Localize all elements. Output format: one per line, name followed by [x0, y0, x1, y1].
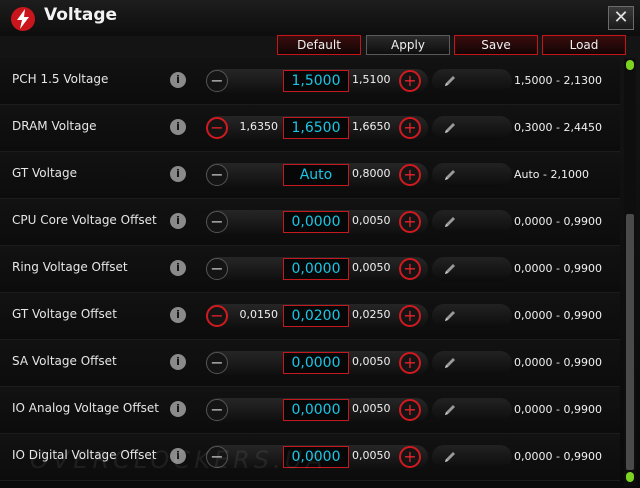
lightning-icon [11, 7, 35, 31]
setting-label: CPU Core Voltage Offset [12, 213, 157, 227]
increase-button[interactable]: + [399, 117, 421, 139]
next-value: 0,0050 [352, 355, 391, 368]
voltage-row: GT Voltage Offset i − 0,0150 0,0200 0,02… [0, 293, 620, 340]
voltage-row: IO Analog Voltage Offset i − 0,0000 0,00… [0, 387, 620, 434]
window-title: Voltage [44, 5, 118, 25]
info-icon[interactable]: i [170, 213, 186, 229]
decrease-button[interactable]: − [206, 164, 228, 186]
setting-label: PCH 1.5 Voltage [12, 72, 109, 86]
pencil-icon[interactable] [442, 73, 458, 89]
value-field[interactable]: 0,0000 [283, 258, 349, 280]
next-value: 1,5100 [352, 73, 391, 86]
value-range: 0,0000 - 0,9900 [514, 262, 602, 275]
decrease-button[interactable]: − [206, 70, 228, 92]
value-range: 0,0000 - 0,9900 [514, 356, 602, 369]
voltage-row: Ring Voltage Offset i − 0,0000 0,0050 + … [0, 246, 620, 293]
voltage-window: Voltage ✕ Default Apply Save Load PCH 1.… [0, 0, 640, 488]
voltage-settings-list: PCH 1.5 Voltage i − 1,5000 1,5100 + 1,50… [0, 58, 620, 481]
decrease-button[interactable]: − [206, 352, 228, 374]
value-field[interactable]: 0,0000 [283, 211, 349, 233]
value-field[interactable]: 0,0000 [283, 399, 349, 421]
scroll-down-cap[interactable] [626, 472, 634, 482]
increase-button[interactable]: + [399, 446, 421, 468]
voltage-row: DRAM Voltage i − 1,6350 1,6500 1,6650 + … [0, 105, 620, 152]
value-range: 0,0000 - 0,9900 [514, 215, 602, 228]
scrollbar[interactable] [624, 58, 636, 486]
value-range: 0,0000 - 0,9900 [514, 450, 602, 463]
pencil-icon[interactable] [442, 120, 458, 136]
title-bar: Voltage ✕ [0, 0, 640, 36]
pencil-icon[interactable] [442, 167, 458, 183]
setting-label: DRAM Voltage [12, 119, 97, 133]
pencil-icon[interactable] [442, 214, 458, 230]
decrease-button[interactable]: − [206, 211, 228, 233]
scroll-up-cap[interactable] [626, 60, 634, 70]
scroll-thumb[interactable] [626, 214, 634, 470]
decrease-button[interactable]: − [206, 305, 228, 327]
value-field[interactable]: 1,5000 [283, 70, 349, 92]
increase-button[interactable]: + [399, 305, 421, 327]
previous-value: 1,6350 [239, 120, 279, 133]
decrease-button[interactable]: − [206, 117, 228, 139]
next-value: 0,0050 [352, 214, 391, 227]
next-value: 0,0050 [352, 261, 391, 274]
voltage-row: CPU Core Voltage Offset i − 0,0000 0,005… [0, 199, 620, 246]
default-button[interactable]: Default [277, 35, 361, 55]
pencil-icon[interactable] [442, 308, 458, 324]
pencil-icon[interactable] [442, 261, 458, 277]
previous-value: 0,0150 [239, 308, 279, 321]
value-field[interactable]: 0,0200 [283, 305, 349, 327]
apply-button[interactable]: Apply [366, 35, 450, 55]
setting-label: Ring Voltage Offset [12, 260, 128, 274]
value-range: 0,0000 - 0,9900 [514, 403, 602, 416]
voltage-row: GT Voltage i − Auto 0,8000 + Auto - 2,10… [0, 152, 620, 199]
pencil-icon[interactable] [442, 402, 458, 418]
increase-button[interactable]: + [399, 211, 421, 233]
setting-label: GT Voltage Offset [12, 307, 117, 321]
setting-label: IO Analog Voltage Offset [12, 401, 159, 415]
info-icon[interactable]: i [170, 401, 186, 417]
info-icon[interactable]: i [170, 72, 186, 88]
value-field[interactable]: Auto [283, 164, 349, 186]
value-range: 1,5000 - 2,1300 [514, 74, 602, 87]
next-value: 0,0250 [352, 308, 391, 321]
pencil-icon[interactable] [442, 449, 458, 465]
info-icon[interactable]: i [170, 119, 186, 135]
close-button[interactable]: ✕ [608, 6, 634, 30]
info-icon[interactable]: i [170, 166, 186, 182]
setting-label: SA Voltage Offset [12, 354, 117, 368]
increase-button[interactable]: + [399, 352, 421, 374]
value-range: 0,3000 - 2,4450 [514, 121, 602, 134]
value-field[interactable]: 0,0000 [283, 352, 349, 374]
next-value: 0,8000 [352, 167, 391, 180]
increase-button[interactable]: + [399, 258, 421, 280]
setting-label: GT Voltage [12, 166, 78, 180]
pencil-icon[interactable] [442, 355, 458, 371]
save-button[interactable]: Save [454, 35, 538, 55]
value-range: Auto - 2,1000 [514, 168, 589, 181]
decrease-button[interactable]: − [206, 399, 228, 421]
increase-button[interactable]: + [399, 399, 421, 421]
info-icon[interactable]: i [170, 307, 186, 323]
value-range: 0,0000 - 0,9900 [514, 309, 602, 322]
voltage-row: PCH 1.5 Voltage i − 1,5000 1,5100 + 1,50… [0, 58, 620, 105]
info-icon[interactable]: i [170, 260, 186, 276]
value-field[interactable]: 1,6500 [283, 117, 349, 139]
decrease-button[interactable]: − [206, 258, 228, 280]
next-value: 1,6650 [352, 120, 391, 133]
next-value: 0,0050 [352, 449, 391, 462]
voltage-row: SA Voltage Offset i − 0,0000 0,0050 + 0,… [0, 340, 620, 387]
increase-button[interactable]: + [399, 164, 421, 186]
next-value: 0,0050 [352, 402, 391, 415]
increase-button[interactable]: + [399, 70, 421, 92]
load-button[interactable]: Load [542, 35, 626, 55]
info-icon[interactable]: i [170, 354, 186, 370]
watermark: OVERCLOCKERS.UA [30, 446, 327, 474]
